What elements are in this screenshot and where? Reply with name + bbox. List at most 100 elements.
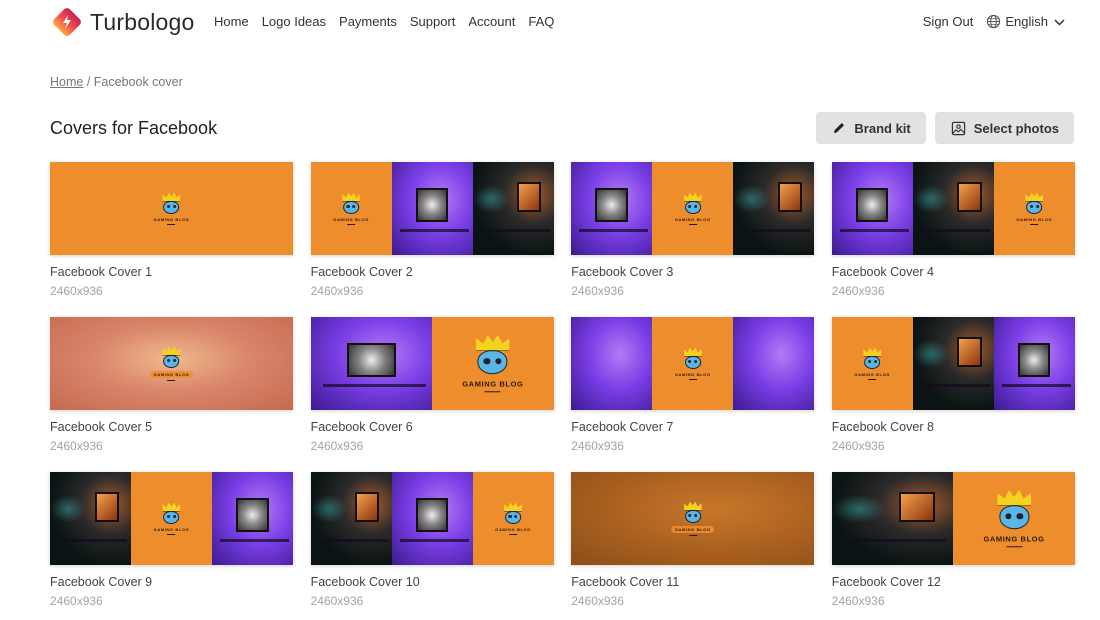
logo-underline — [347, 223, 356, 225]
logo-underline — [688, 534, 697, 536]
brand-name: Turbologo — [90, 8, 195, 35]
cover-thumbnail[interactable]: GAMING BLOG — [50, 317, 293, 410]
cover-card[interactable]: GAMING BLOG Facebook Cover 12 2460x936 — [831, 472, 1075, 620]
logo-underline — [167, 379, 176, 381]
nav-logo-ideas[interactable]: Logo Ideas — [262, 14, 326, 29]
monitor-photo-detail — [856, 188, 889, 222]
logo-underline — [1030, 223, 1039, 225]
cover-dimensions: 2460x936 — [310, 594, 364, 608]
desk-detail — [322, 383, 426, 387]
language-selector[interactable]: English — [986, 14, 1069, 29]
monitor-photo-detail — [355, 492, 380, 523]
photo-panel: GAMING BLOG — [50, 317, 293, 410]
skull-mascot-icon — [999, 504, 1030, 529]
photo-panel — [733, 317, 815, 410]
skull-mascot-icon — [477, 349, 508, 374]
skull-mascot-icon — [163, 354, 180, 368]
photo-panel — [912, 162, 994, 255]
cover-title[interactable]: Facebook Cover 11 — [571, 575, 814, 589]
logo-underline — [688, 223, 697, 225]
skull-mascot-icon — [163, 510, 180, 524]
skull-mascot-icon — [505, 510, 522, 524]
cover-thumbnail[interactable]: GAMING BLOG — [571, 317, 815, 410]
cover-thumbnail[interactable]: GAMING BLOG — [831, 472, 1075, 565]
brand-panel: GAMING BLOG — [953, 472, 1075, 565]
cover-card[interactable]: GAMING BLOG Facebook Cover 3 2460x936 — [571, 162, 815, 317]
monitor-photo-detail — [236, 498, 269, 532]
cover-thumbnail[interactable]: GAMING BLOG — [571, 162, 815, 255]
logo-text: GAMING BLOG — [333, 216, 369, 222]
cover-card[interactable]: GAMING BLOG Facebook Cover 10 2460x936 — [310, 472, 554, 620]
cover-thumbnail[interactable]: GAMING BLOG — [571, 472, 815, 565]
desk-detail — [1001, 383, 1071, 387]
pencil-icon — [834, 123, 845, 133]
cover-title[interactable]: Facebook Cover 5 — [50, 420, 293, 434]
cover-card[interactable]: GAMING BLOG Facebook Cover 5 2460x936 — [50, 317, 293, 472]
desk-detail — [399, 228, 469, 232]
cover-title[interactable]: Facebook Cover 4 — [832, 265, 1075, 279]
turbologo-logo-icon — [53, 8, 81, 36]
photo-panel — [831, 472, 954, 565]
sign-out-link[interactable]: Sign Out — [923, 14, 974, 29]
brand-panel: GAMING BLOG — [652, 162, 734, 255]
monitor-photo-detail — [957, 182, 982, 213]
cover-title[interactable]: Facebook Cover 3 — [571, 265, 814, 279]
breadcrumb-home-link[interactable]: Home — [50, 75, 83, 89]
cover-title[interactable]: Facebook Cover 7 — [571, 420, 814, 434]
gaming-blog-logo: GAMING BLOG — [333, 192, 369, 225]
cover-card[interactable]: GAMING BLOG Facebook Cover 2 2460x936 — [310, 162, 554, 317]
cover-thumbnail[interactable]: GAMING BLOG — [310, 472, 554, 565]
cover-dimensions: 2460x936 — [571, 439, 624, 453]
cover-card[interactable]: GAMING BLOG Facebook Cover 9 2460x936 — [50, 472, 293, 620]
photo-panel — [993, 317, 1075, 410]
logo-underline — [167, 223, 176, 225]
cover-thumbnail[interactable]: GAMING BLOG — [50, 472, 293, 565]
cover-title[interactable]: Facebook Cover 12 — [832, 575, 1075, 589]
cover-title[interactable]: Facebook Cover 6 — [311, 420, 554, 434]
nav-account[interactable]: Account — [468, 14, 515, 29]
cover-title[interactable]: Facebook Cover 9 — [50, 575, 293, 589]
cover-dimensions: 2460x936 — [50, 284, 103, 298]
photo-panel — [212, 472, 293, 565]
main-nav: Home Logo Ideas Payments Support Account… — [214, 14, 567, 29]
cover-thumbnail[interactable]: GAMING BLOG — [831, 317, 1075, 410]
brand-panel: GAMING BLOG — [652, 317, 734, 410]
page-actions: Brand kit Select photos — [816, 112, 1074, 144]
desk-detail — [741, 228, 811, 232]
header-right: Sign Out English — [923, 14, 1069, 29]
cover-thumbnail[interactable]: GAMING BLOG — [310, 162, 554, 255]
cover-card[interactable]: GAMING BLOG Facebook Cover 4 2460x936 — [831, 162, 1075, 317]
cover-card[interactable]: GAMING BLOG Facebook Cover 11 2460x936 — [571, 472, 815, 620]
gaming-blog-logo: GAMING BLOG — [154, 502, 190, 535]
brand-logo-link[interactable]: Turbologo — [50, 5, 195, 39]
cover-title[interactable]: Facebook Cover 8 — [832, 420, 1075, 434]
nav-home[interactable]: Home — [214, 14, 249, 29]
gaming-blog-logo: GAMING BLOG — [1016, 192, 1052, 225]
brand-kit-label: Brand kit — [854, 120, 911, 136]
cover-card[interactable]: GAMING BLOG Facebook Cover 7 2460x936 — [571, 317, 815, 472]
cover-thumbnail[interactable]: GAMING BLOG — [50, 162, 293, 255]
gaming-blog-logo: GAMING BLOG — [154, 192, 190, 225]
cover-title[interactable]: Facebook Cover 1 — [50, 265, 293, 279]
brand-kit-button[interactable]: Brand kit — [816, 112, 926, 144]
cover-thumbnail[interactable]: GAMING BLOG — [310, 317, 554, 410]
nav-payments[interactable]: Payments — [339, 14, 397, 29]
nav-faq[interactable]: FAQ — [528, 14, 554, 29]
cover-title[interactable]: Facebook Cover 10 — [311, 575, 554, 589]
photo-panel — [391, 162, 473, 255]
cover-card[interactable]: GAMING BLOG Facebook Cover 1 2460x936 — [50, 162, 293, 317]
gaming-blog-logo: GAMING BLOG — [675, 192, 711, 225]
cover-title[interactable]: Facebook Cover 2 — [311, 265, 554, 279]
chevron-down-icon — [1054, 18, 1065, 26]
cover-card[interactable]: GAMING BLOG Facebook Cover 8 2460x936 — [831, 317, 1075, 472]
photo-panel — [733, 162, 815, 255]
monitor-photo-detail — [1018, 343, 1051, 377]
nav-support[interactable]: Support — [410, 14, 456, 29]
cover-thumbnail[interactable]: GAMING BLOG — [831, 162, 1075, 255]
logo-text: GAMING BLOG — [854, 371, 891, 377]
cover-card[interactable]: GAMING BLOG Facebook Cover 6 2460x936 — [310, 317, 554, 472]
select-photos-button[interactable]: Select photos — [934, 112, 1074, 144]
skull-mascot-icon — [684, 200, 701, 214]
gaming-blog-logo: GAMING BLOG — [149, 346, 194, 381]
skull-mascot-icon — [343, 200, 360, 214]
